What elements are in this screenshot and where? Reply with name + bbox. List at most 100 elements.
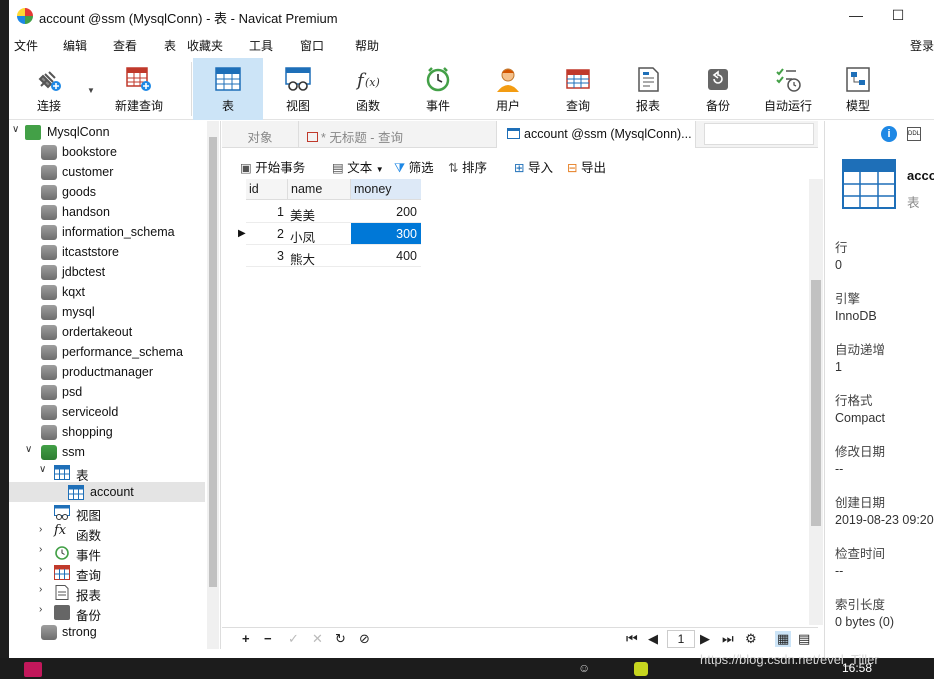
cell-id[interactable]: 3 (246, 245, 288, 267)
previous-page-button[interactable]: ◀ (648, 631, 658, 647)
menu-tools[interactable]: 工具 (249, 37, 273, 54)
grid-view-button[interactable]: ▦ (775, 631, 792, 647)
add-record-button[interactable]: + (242, 631, 250, 646)
tree-folder-reports[interactable]: › 报表 (9, 582, 205, 603)
tree-folder-views[interactable]: 视图 (9, 502, 205, 523)
delete-record-button[interactable]: − (264, 631, 272, 646)
tree-scrollbar-thumb[interactable] (209, 137, 217, 587)
backup-tool-button[interactable]: 备份 (685, 58, 751, 120)
menu-favorites[interactable]: 收藏夹 (187, 37, 223, 54)
grid-scrollbar-thumb[interactable] (811, 280, 821, 526)
user-tool-button[interactable]: 用户 (475, 58, 541, 120)
chevron-right-icon[interactable]: › (39, 524, 42, 535)
tree-db-itcaststore[interactable]: itcaststore (9, 242, 205, 262)
menu-file[interactable]: 文件 (14, 37, 38, 54)
menu-window[interactable]: 窗口 (300, 37, 324, 54)
function-tool-button[interactable]: f (x) 函数 (335, 58, 401, 120)
chevron-down-icon[interactable]: ∨ (39, 464, 46, 475)
tree-db-ordertakeout[interactable]: ordertakeout (9, 322, 205, 342)
column-header-name[interactable]: name (288, 179, 351, 200)
tree-db-goods[interactable]: goods (9, 182, 205, 202)
cell-money[interactable]: 400 (351, 245, 421, 267)
table-tool-button[interactable]: 表 (193, 58, 263, 120)
apply-changes-button[interactable]: ✓ (288, 631, 299, 647)
tree-db-information-schema[interactable]: information_schema (9, 222, 205, 242)
cell-money[interactable]: 300 (351, 223, 421, 245)
tree-db-kqxt[interactable]: kqxt (9, 282, 205, 302)
begin-transaction-button[interactable]: ▣ 开始事务 (240, 157, 305, 176)
tree-folder-functions[interactable]: › fx 函数 (9, 522, 205, 543)
sort-button[interactable]: ⇅ 排序 (448, 157, 487, 176)
tree-table-account[interactable]: account (9, 482, 205, 502)
view-tool-button[interactable]: 视图 (265, 58, 331, 120)
cell-money[interactable]: 200 (351, 201, 421, 223)
tray-app-icon[interactable] (634, 662, 648, 676)
people-icon[interactable]: ☺ (578, 661, 590, 675)
tree-folder-queries[interactable]: › 查询 (9, 562, 205, 583)
next-page-button[interactable]: ▶ (700, 631, 710, 647)
form-view-button[interactable]: ▤ (798, 631, 810, 647)
query-tool-button[interactable]: 查询 (545, 58, 611, 120)
last-page-button[interactable]: ⏭ (722, 631, 734, 647)
minimize-button[interactable]: — (844, 4, 868, 26)
stop-icon[interactable]: ⊘ (359, 631, 370, 647)
event-tool-button[interactable]: 事件 (405, 58, 471, 120)
import-button[interactable]: ⊞ 导入 (514, 157, 553, 176)
ddl-icon[interactable]: DDL (907, 127, 921, 141)
tree-db-ssm[interactable]: ∨ ssm (9, 442, 205, 462)
connect-dropdown-icon[interactable]: ▼ (87, 86, 95, 95)
menu-help[interactable]: 帮助 (355, 37, 379, 54)
chevron-down-icon[interactable]: ∨ (25, 444, 32, 455)
tree-db-handson[interactable]: handson (9, 202, 205, 222)
tree-folder-tables[interactable]: ∨ 表 (9, 462, 205, 483)
gear-icon[interactable]: ⚙ (745, 631, 757, 647)
ide-app-icon[interactable] (24, 662, 42, 677)
tree-db-mysql[interactable]: mysql (9, 302, 205, 322)
tree-db-jdbctest[interactable]: jdbctest (9, 262, 205, 282)
column-header-money[interactable]: money (351, 179, 421, 200)
new-query-button[interactable]: 新建查询 (95, 58, 183, 120)
menu-edit[interactable]: 编辑 (63, 37, 87, 54)
filter-button[interactable]: ⧩ 筛选 (394, 157, 434, 176)
menu-table[interactable]: 表 (164, 37, 176, 54)
discard-changes-button[interactable]: ✕ (312, 631, 323, 647)
cell-name[interactable]: 美美 (288, 201, 351, 223)
tree-db-productmanager[interactable]: productmanager (9, 362, 205, 382)
connect-button[interactable]: 连接 ▼ (15, 58, 95, 120)
cell-id[interactable]: 2 (246, 223, 288, 245)
tree-connection-mysqlconn[interactable]: ∨ MysqlConn (9, 122, 205, 142)
column-header-id[interactable]: id (246, 179, 288, 200)
model-tool-button[interactable]: 模型 (825, 58, 891, 120)
maximize-button[interactable]: ☐ (886, 4, 910, 26)
tree-db-psd[interactable]: psd (9, 382, 205, 402)
tree-db-performance-schema[interactable]: performance_schema (9, 342, 205, 362)
page-number-input[interactable]: 1 (667, 630, 695, 648)
refresh-icon[interactable]: ↻ (335, 631, 346, 647)
text-button[interactable]: ▤ 文本 ▼ (332, 157, 384, 176)
menu-view[interactable]: 查看 (113, 37, 137, 54)
chevron-right-icon[interactable]: › (39, 544, 42, 555)
tab-untitled-query[interactable]: * 无标题 - 查询 (299, 121, 497, 148)
tab-search-box[interactable] (704, 123, 814, 145)
auto-run-tool-button[interactable]: 自动运行 (755, 58, 821, 120)
chevron-right-icon[interactable]: › (39, 584, 42, 595)
chevron-right-icon[interactable]: › (39, 604, 42, 615)
tab-account-table[interactable]: account @ssm (MysqlConn)... (497, 121, 696, 148)
report-tool-button[interactable]: 报表 (615, 58, 681, 120)
chevron-down-icon[interactable]: ∨ (12, 124, 19, 135)
export-button[interactable]: ⊟ 导出 (567, 157, 606, 176)
tree-db-serviceold[interactable]: serviceold (9, 402, 205, 422)
tree-db-strong[interactable]: strong (9, 622, 205, 642)
login-link[interactable]: 登录 (910, 37, 934, 54)
info-icon[interactable]: i (881, 126, 897, 142)
chevron-right-icon[interactable]: › (39, 564, 42, 575)
tree-folder-backups[interactable]: › 备份 (9, 602, 205, 623)
cell-name[interactable]: 小凤 (288, 223, 351, 245)
tab-objects[interactable]: 对象 (222, 121, 299, 148)
tree-folder-events[interactable]: › 事件 (9, 542, 205, 563)
cell-id[interactable]: 1 (246, 201, 288, 223)
tree-db-customer[interactable]: customer (9, 162, 205, 182)
tree-db-bookstore[interactable]: bookstore (9, 142, 205, 162)
cell-name[interactable]: 熊大 (288, 245, 351, 267)
first-page-button[interactable]: ⏮ (626, 631, 638, 647)
